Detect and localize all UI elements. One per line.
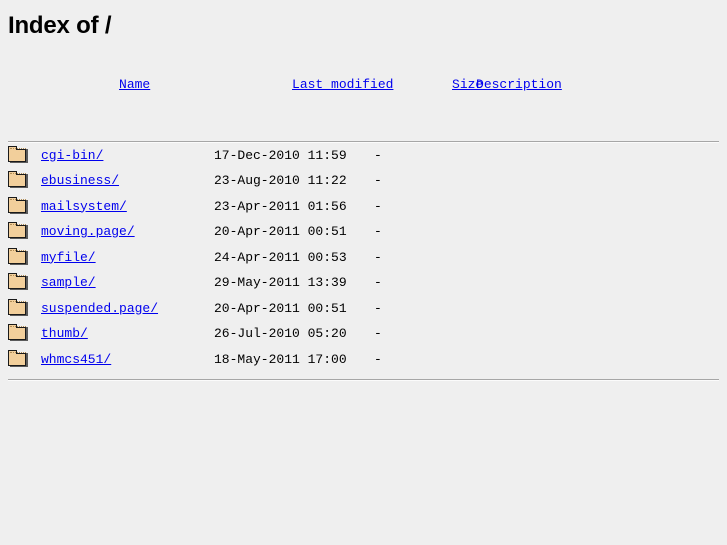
column-header-description: Description (398, 40, 720, 123)
directory-link[interactable]: thumb/ (41, 326, 88, 341)
row-size: - (374, 198, 382, 214)
directory-rows: cgi-bin/17-Dec-2010 11:59- ebusiness/23-A… (8, 143, 720, 373)
row-icon-cell (8, 194, 41, 220)
row-size: - (374, 326, 382, 341)
row-icon-cell (8, 270, 41, 296)
row-description (398, 296, 720, 322)
sort-by-description-link[interactable]: Description (476, 77, 562, 92)
row-description (398, 168, 720, 194)
table-row: thumb/26-Jul-2010 05:20 - (8, 321, 720, 347)
row-size: - (374, 173, 382, 188)
row-name-cell: suspended.page/ (41, 296, 214, 322)
row-name-cell: cgi-bin/ (41, 143, 214, 169)
row-name-cell: thumb/ (41, 321, 214, 347)
row-description (398, 321, 720, 347)
directory-listing-page: Index of / Name Last modified Size Descr… (0, 0, 727, 545)
row-last-modified: 23-Apr-2011 01:56 (214, 198, 347, 214)
row-icon-cell (8, 219, 41, 245)
directory-table: Name Last modified Size Description (8, 40, 720, 123)
folder-icon (8, 324, 28, 342)
row-last-modified: 20-Apr-2011 00:51 (214, 300, 347, 316)
row-icon-cell (8, 245, 41, 271)
row-icon-cell (8, 296, 41, 322)
folder-icon (8, 298, 28, 316)
row-size: - (374, 351, 382, 367)
row-last-modified: 29-May-2011 13:39 (214, 275, 347, 290)
row-last-modified: 23-Aug-2010 11:22 (214, 173, 347, 188)
directory-link[interactable]: myfile/ (41, 250, 96, 265)
folder-icon (8, 145, 28, 163)
directory-link[interactable]: sample/ (41, 275, 96, 290)
directory-link[interactable]: ebusiness/ (41, 173, 119, 188)
row-last-modified: 20-Apr-2011 00:51 (214, 224, 347, 239)
directory-link[interactable]: suspended.page/ (41, 301, 158, 316)
row-last-modified: 18-May-2011 17:00 (214, 351, 347, 367)
table-row: suspended.page/20-Apr-2011 00:51 - (8, 296, 720, 322)
sort-by-name-link[interactable]: Name (119, 77, 150, 92)
row-size: - (374, 300, 382, 316)
folder-icon (8, 349, 28, 367)
folder-icon (8, 247, 28, 265)
row-name-cell: whmcs451/ (41, 347, 214, 373)
row-name-cell: moving.page/ (41, 219, 214, 245)
directory-link[interactable]: cgi-bin/ (41, 148, 103, 163)
folder-icon (8, 273, 28, 291)
table-row: moving.page/20-Apr-2011 00:51 - (8, 219, 720, 245)
row-name-cell: ebusiness/ (41, 168, 214, 194)
row-size: - (374, 224, 382, 239)
row-size: - (374, 249, 382, 265)
column-header-icon (8, 40, 41, 123)
directory-rows-table: cgi-bin/17-Dec-2010 11:59- ebusiness/23-A… (8, 143, 720, 373)
folder-icon (8, 171, 28, 189)
table-row: cgi-bin/17-Dec-2010 11:59 - (8, 143, 720, 169)
table-row: sample/29-May-2011 13:39 - (8, 270, 720, 296)
row-name-cell: mailsystem/ (41, 194, 214, 220)
table-header-row: Name Last modified Size Description (8, 40, 720, 123)
row-description (398, 194, 720, 220)
column-header-size: Size (374, 40, 483, 123)
row-description (398, 245, 720, 271)
directory-link[interactable]: moving.page/ (41, 224, 135, 239)
folder-icon (8, 222, 28, 240)
row-size: - (374, 147, 382, 163)
directory-link[interactable]: mailsystem/ (41, 199, 127, 214)
row-last-modified: 24-Apr-2011 00:53 (214, 249, 347, 265)
row-icon-cell (8, 143, 41, 169)
directory-link[interactable]: whmcs451/ (41, 352, 111, 367)
row-description (398, 347, 720, 373)
column-header-name: Name (41, 40, 214, 123)
row-last-modified: 26-Jul-2010 05:20 (214, 326, 347, 341)
row-name-cell: sample/ (41, 270, 214, 296)
row-size: - (374, 275, 382, 290)
table-header: Name Last modified Size Description (8, 40, 720, 123)
folder-icon (8, 196, 28, 214)
row-name-cell: myfile/ (41, 245, 214, 271)
table-row: whmcs451/18-May-2011 17:00 - (8, 347, 720, 373)
row-description (398, 270, 720, 296)
row-last-modified: 17-Dec-2010 11:59 (214, 147, 347, 163)
table-row: ebusiness/23-Aug-2010 11:22 - (8, 168, 720, 194)
row-icon-cell (8, 321, 41, 347)
footer-divider (8, 379, 719, 381)
row-icon-cell (8, 347, 41, 373)
row-description (398, 219, 720, 245)
column-header-last-modified: Last modified (214, 40, 393, 123)
page-title: Index of / (8, 12, 112, 39)
row-description (398, 143, 720, 169)
row-icon-cell (8, 168, 41, 194)
table-row: mailsystem/23-Apr-2011 01:56 - (8, 194, 720, 220)
table-row: myfile/24-Apr-2011 00:53 - (8, 245, 720, 271)
